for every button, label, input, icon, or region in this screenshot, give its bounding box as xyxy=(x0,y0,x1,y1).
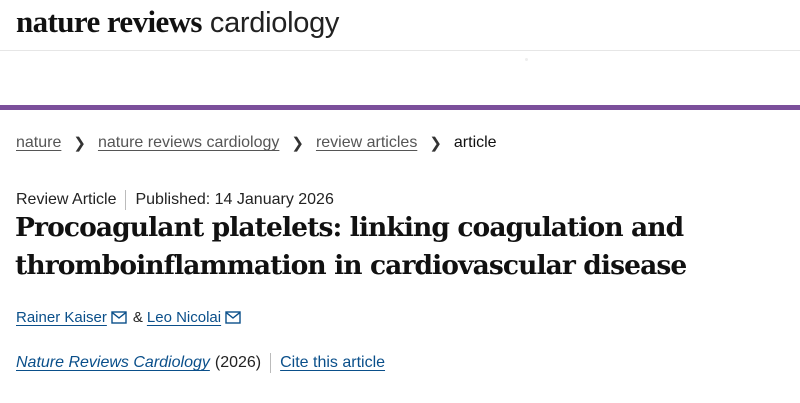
author-link[interactable]: Rainer Kaiser xyxy=(16,309,107,326)
breadcrumb-current: article xyxy=(453,134,497,151)
breadcrumb: nature ❯ nature reviews cardiology ❯ rev… xyxy=(16,132,497,154)
article-meta: Review Article Published: 14 January 202… xyxy=(16,189,334,211)
article-title-line-1: Procoagulant platelets: linking coagulat… xyxy=(15,212,684,243)
journal-logo[interactable]: nature reviews cardiology xyxy=(16,0,339,44)
mail-icon[interactable] xyxy=(111,310,127,324)
secondary-nav-area xyxy=(0,51,800,105)
publication-year: (2026) xyxy=(214,354,262,371)
published-date: Published: 14 January 2026 xyxy=(135,191,334,208)
citation-divider xyxy=(270,353,272,373)
breadcrumb-link-journal[interactable]: nature reviews cardiology xyxy=(98,134,279,152)
breadcrumb-link-review-articles[interactable]: review articles xyxy=(316,134,417,152)
author-link[interactable]: Leo Nicolai xyxy=(147,309,221,326)
article-title: Procoagulant platelets: linking coagulat… xyxy=(15,209,785,285)
article-type: Review Article xyxy=(16,191,117,208)
site-header: nature reviews cardiology xyxy=(0,0,800,51)
chevron-right-icon: ❯ xyxy=(429,135,442,152)
logo-wordmark-bold: nature reviews xyxy=(16,4,203,39)
author-separator: & xyxy=(132,308,143,326)
article-title-line-2: thromboinflammation in cardiovascular di… xyxy=(15,250,687,281)
chevron-right-icon: ❯ xyxy=(73,135,86,152)
chevron-right-icon: ❯ xyxy=(291,135,304,152)
logo-wordmark-light: cardiology xyxy=(209,7,340,39)
journal-accent-bar xyxy=(0,105,800,110)
mail-icon[interactable] xyxy=(225,310,241,324)
cite-this-article-link[interactable]: Cite this article xyxy=(280,354,385,372)
citation-line: Nature Reviews Cardiology (2026) Cite th… xyxy=(16,352,385,374)
nav-divider xyxy=(525,58,528,61)
journal-link[interactable]: Nature Reviews Cardiology xyxy=(16,354,210,372)
author-list: Rainer Kaiser & Leo Nicolai xyxy=(16,306,245,328)
breadcrumb-link-nature[interactable]: nature xyxy=(16,134,61,152)
meta-divider xyxy=(125,190,127,210)
